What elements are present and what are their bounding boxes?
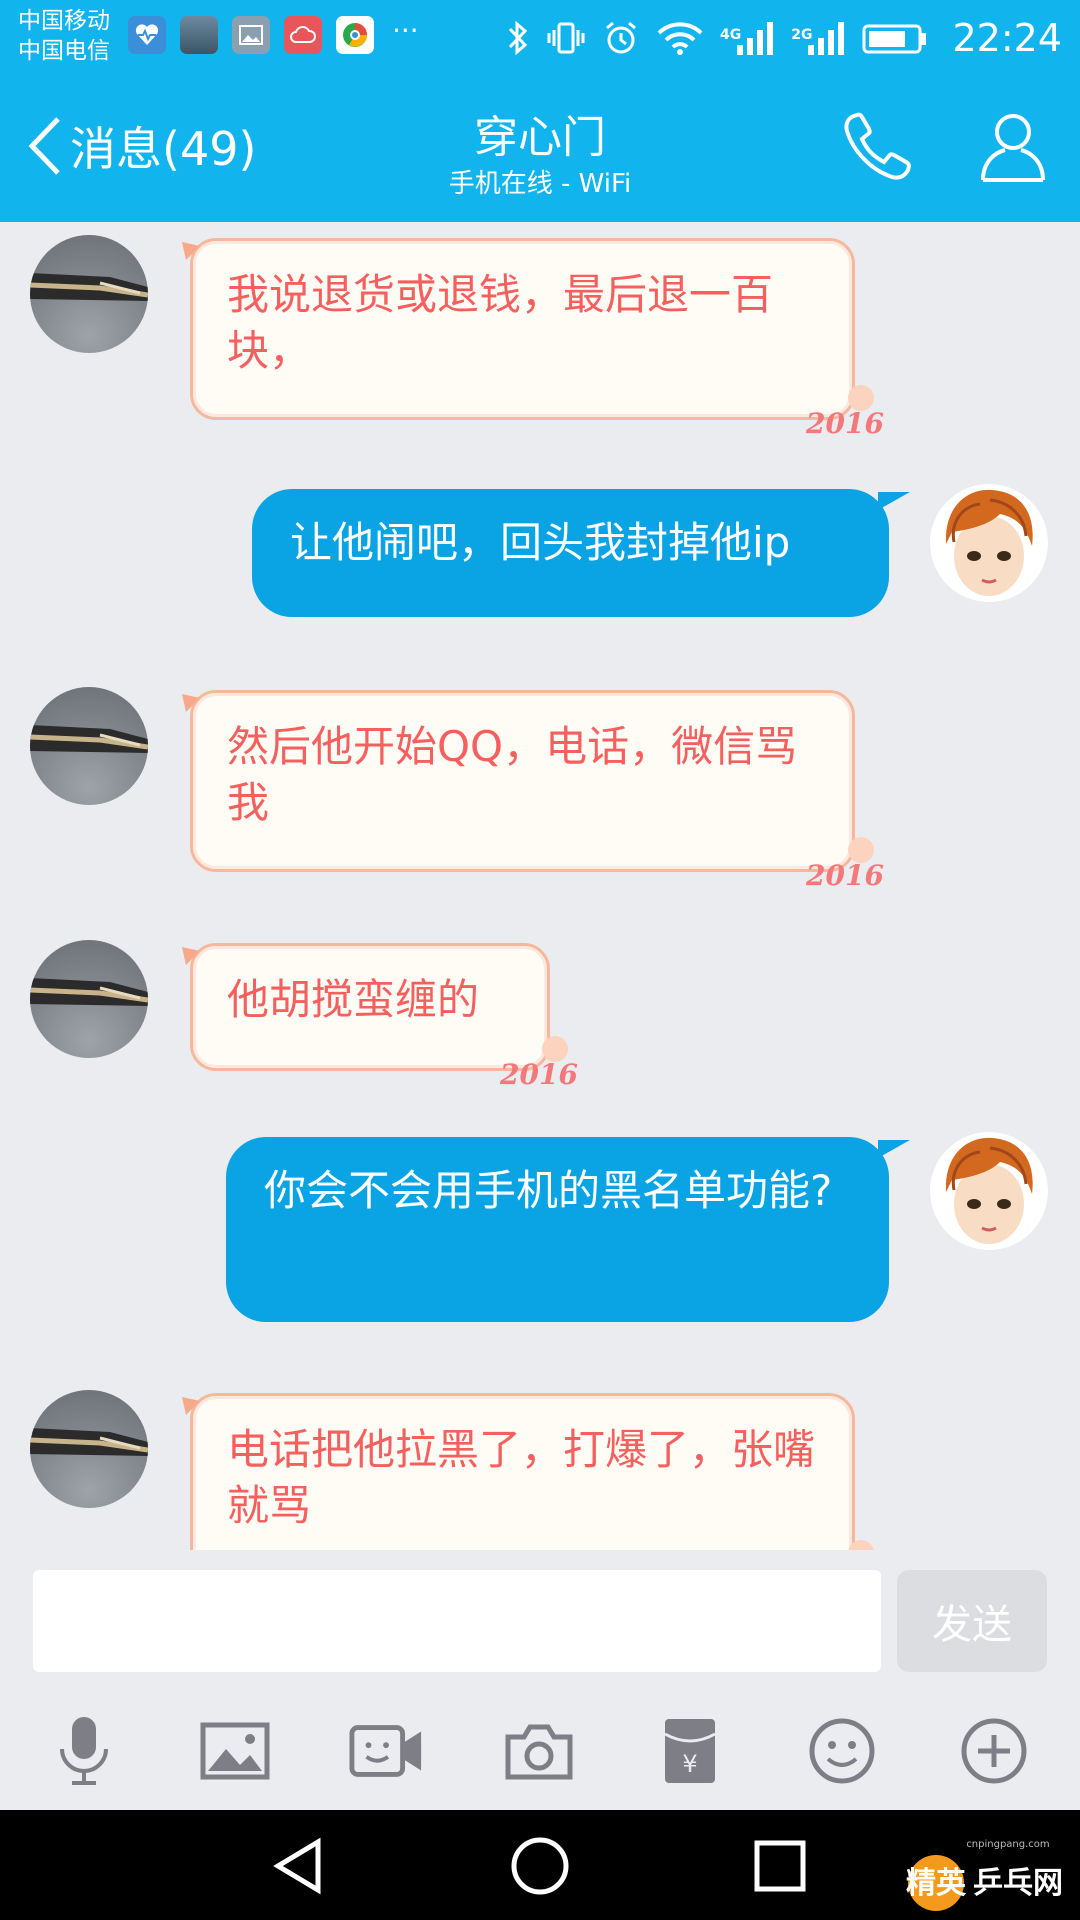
my-avatar[interactable] (930, 1132, 1048, 1250)
bubble-flag-icon (182, 1397, 200, 1415)
browser-app-icon (336, 16, 374, 54)
message-bubble[interactable]: 电话把他拉黑了，打爆了，张嘴就骂 (190, 1393, 855, 1550)
message-composer: 发送 (0, 1550, 1080, 1685)
image-icon[interactable] (197, 1713, 273, 1789)
message-input[interactable] (33, 1570, 881, 1672)
message-text: 然后他开始QQ，电话，微信骂我 (227, 722, 798, 827)
status-bar: 中国移动 中国电信 ··· 4G 2G 22:24 (0, 0, 1080, 75)
send-button[interactable]: 发送 (897, 1570, 1047, 1672)
carrier-2: 中国电信 (18, 38, 110, 64)
bubble-flag-icon (182, 947, 200, 965)
bubble-2016-decoration: 2016 (806, 407, 884, 440)
chat-header: 消息(49) 穿心门 手机在线 - WiFi (0, 75, 1080, 222)
bubble-flag-icon (182, 242, 200, 260)
bluetooth-icon (508, 20, 528, 55)
message-text: 我说退货或退钱，最后退一百块， (227, 270, 774, 375)
red-packet-icon[interactable]: ¥ (652, 1713, 728, 1789)
message-text: 他胡搅蛮缠的 (227, 975, 480, 1024)
nav-back-icon[interactable] (270, 1836, 326, 1900)
network-4g-label: 4G (720, 26, 742, 43)
bubble-tail (878, 1140, 910, 1158)
message-bubble[interactable]: 他胡搅蛮缠的 (190, 943, 550, 1071)
battery-icon (862, 24, 927, 53)
message-text: 你会不会用手机的黑名单功能? (264, 1166, 833, 1215)
carrier-1: 中国移动 (18, 8, 110, 34)
contact-avatar[interactable] (30, 235, 148, 353)
gallery-thumbnail-icon (180, 16, 218, 54)
more-notifications: ··· (392, 14, 419, 47)
video-call-icon[interactable] (349, 1713, 425, 1789)
vibrate-icon (547, 22, 585, 53)
system-indicators: 4G 2G 22:24 (506, 0, 1062, 75)
contact-avatar[interactable] (30, 1390, 148, 1508)
bubble-2016-decoration: 2016 (806, 859, 884, 892)
svg-text:乒乓网: 乒乓网 (973, 1866, 1063, 1901)
signal-strength-icon (737, 21, 774, 55)
nav-recents-icon[interactable] (752, 1836, 808, 1900)
signal-strength-icon (808, 21, 845, 55)
health-app-icon (128, 16, 166, 54)
clock: 22:24 (952, 15, 1062, 60)
notification-icons: ··· (128, 16, 419, 54)
message-text: 电话把他拉黑了，打爆了，张嘴就骂 (227, 1425, 816, 1530)
message-bubble[interactable]: 你会不会用手机的黑名单功能? (226, 1137, 889, 1322)
person-icon (981, 114, 1045, 182)
message-bubble[interactable]: 然后他开始QQ，电话，微信骂我 (190, 690, 855, 872)
wifi-icon (657, 21, 703, 55)
network-2g-label: 2G (791, 26, 813, 43)
camera-icon[interactable] (501, 1713, 577, 1789)
contact-status: 手机在线 - WiFi (448, 169, 632, 199)
message-list[interactable]: 我说退货或退钱，最后退一百块， 2016 让他闹吧，回头我封掉他ip 然后他开始… (0, 222, 1080, 1550)
call-button[interactable] (840, 108, 916, 188)
emoji-icon[interactable] (804, 1713, 880, 1789)
svg-text:¥: ¥ (682, 1750, 697, 1778)
message-bubble[interactable]: 我说退货或退钱，最后退一百块， (190, 238, 855, 420)
contact-avatar[interactable] (30, 687, 148, 805)
site-watermark: cnpingpang.com 精英 乒乓网 (900, 1835, 1070, 1915)
plus-icon[interactable] (956, 1713, 1032, 1789)
watermark-logo: cnpingpang.com 精英 乒乓网 (906, 1839, 1063, 1911)
cloud-app-icon (284, 16, 322, 54)
contact-avatar[interactable] (30, 940, 148, 1058)
bubble-tail (878, 492, 910, 510)
bubble-flag-icon (182, 694, 200, 712)
my-avatar[interactable] (930, 484, 1048, 602)
message-bubble[interactable]: 让他闹吧，回头我封掉他ip (252, 489, 889, 617)
microphone-icon[interactable] (46, 1713, 122, 1789)
bubble-2016-decoration: 2016 (500, 1058, 578, 1091)
carrier-info: 中国移动 中国电信 (18, 6, 110, 66)
phone-icon (844, 112, 912, 180)
svg-text:精英: 精英 (906, 1866, 967, 1901)
signal-2g: 2G (791, 19, 846, 57)
watermark-site-text: cnpingpang.com (966, 1839, 1049, 1850)
nav-home-icon[interactable] (510, 1836, 570, 1900)
message-text: 让他闹吧，回头我封掉他ip (290, 518, 791, 567)
contact-profile-button[interactable] (975, 108, 1051, 188)
input-toolbar: ¥ (0, 1685, 1080, 1810)
signal-4g: 4G (720, 19, 775, 57)
photo-app-icon (232, 16, 270, 54)
alarm-icon (606, 21, 636, 53)
contact-name: 穿心门 (474, 112, 606, 163)
